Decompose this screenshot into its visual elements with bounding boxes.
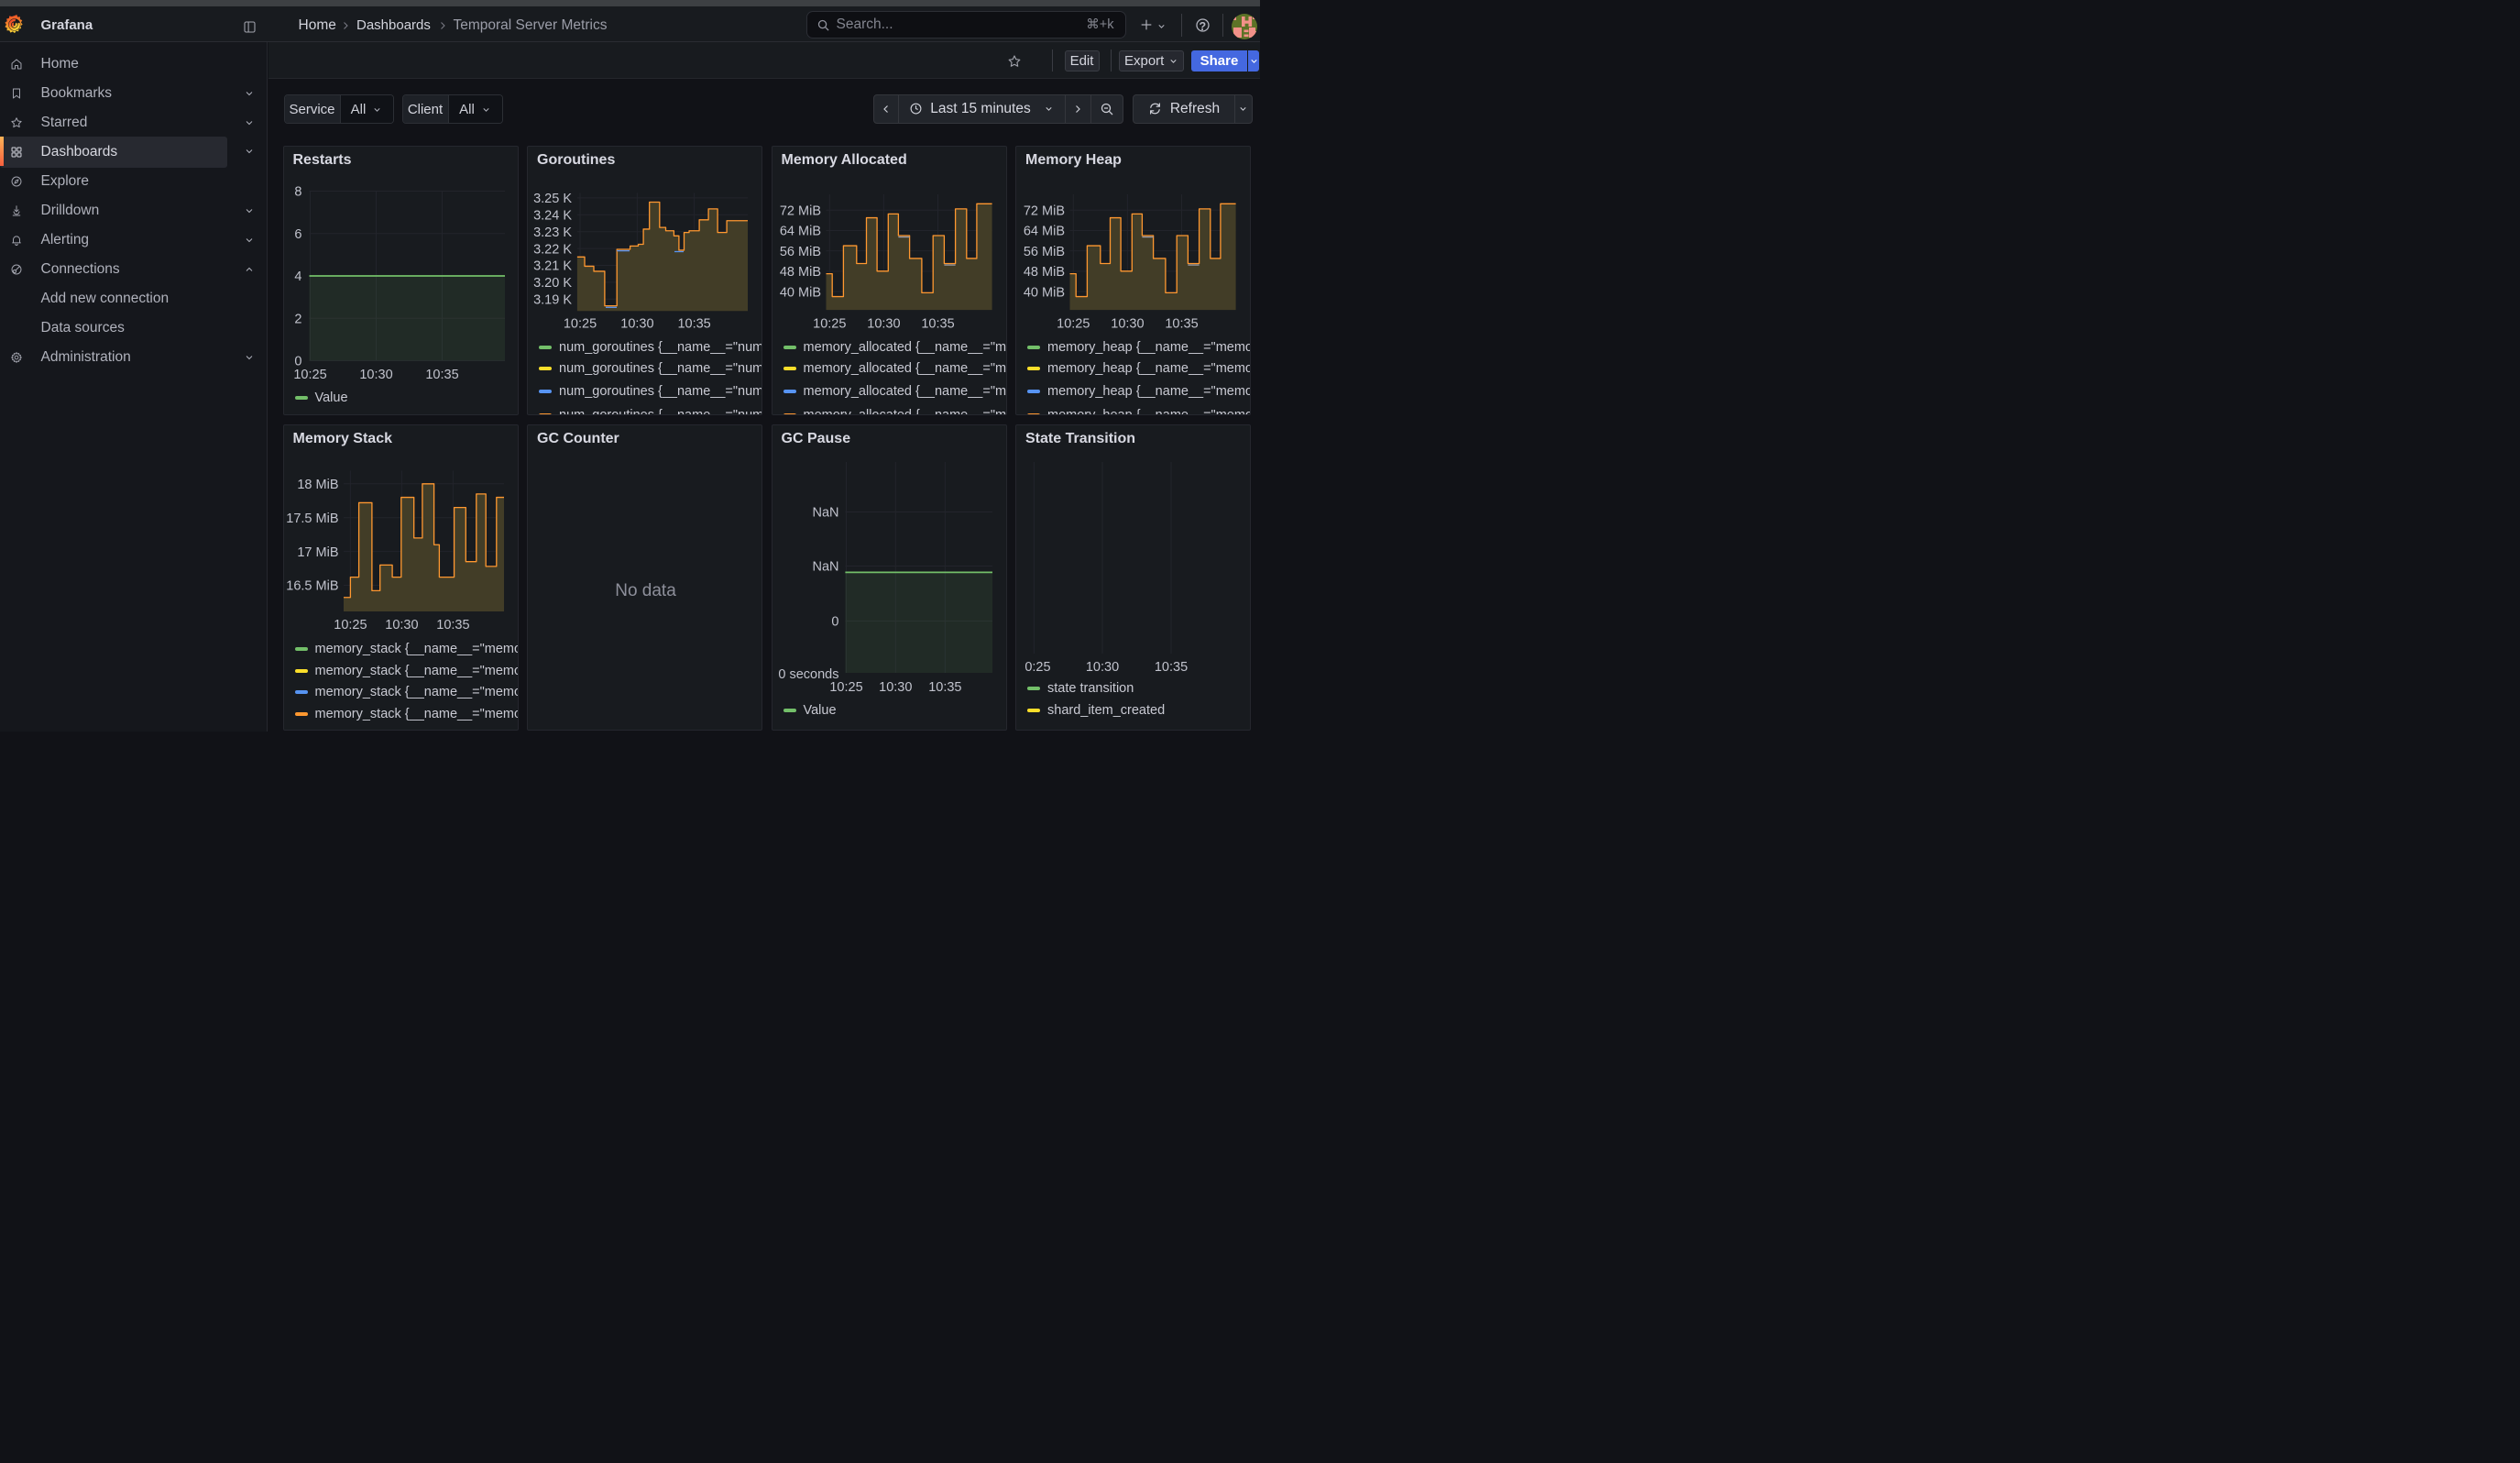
svg-text:10:35: 10:35 <box>1155 660 1188 675</box>
svg-text:3.19 K: 3.19 K <box>533 292 572 307</box>
svg-text:17.5 MiB: 17.5 MiB <box>286 511 338 525</box>
svg-text:10:35: 10:35 <box>677 316 710 331</box>
svg-text:10:35: 10:35 <box>436 618 469 632</box>
svg-text:3.21 K: 3.21 K <box>533 258 572 273</box>
svg-text:10:25: 10:25 <box>1017 660 1050 675</box>
svg-text:10:25: 10:25 <box>813 316 846 331</box>
svg-text:3.22 K: 3.22 K <box>533 242 572 257</box>
svg-text:3.23 K: 3.23 K <box>533 225 572 239</box>
svg-text:8: 8 <box>294 184 301 199</box>
svg-text:10:25: 10:25 <box>1057 316 1090 331</box>
svg-text:6: 6 <box>294 226 301 241</box>
svg-text:56 MiB: 56 MiB <box>779 244 820 258</box>
svg-text:40 MiB: 40 MiB <box>779 285 820 300</box>
svg-text:10:30: 10:30 <box>867 316 900 331</box>
svg-text:10:30: 10:30 <box>879 680 912 695</box>
svg-text:10:30: 10:30 <box>620 316 653 331</box>
svg-text:10:35: 10:35 <box>928 680 961 695</box>
svg-text:64 MiB: 64 MiB <box>779 224 820 238</box>
svg-text:10:30: 10:30 <box>359 368 392 382</box>
svg-text:56 MiB: 56 MiB <box>1024 244 1065 258</box>
svg-text:10:25: 10:25 <box>334 618 367 632</box>
svg-text:10:25: 10:25 <box>293 368 326 382</box>
svg-text:0: 0 <box>831 614 838 629</box>
svg-text:18 MiB: 18 MiB <box>297 478 338 492</box>
svg-text:16.5 MiB: 16.5 MiB <box>286 578 338 593</box>
svg-text:NaN: NaN <box>812 505 838 520</box>
svg-text:10:30: 10:30 <box>385 618 418 632</box>
svg-text:2: 2 <box>294 312 301 326</box>
svg-text:40 MiB: 40 MiB <box>1024 285 1065 300</box>
svg-text:4: 4 <box>294 270 301 284</box>
svg-text:3.20 K: 3.20 K <box>533 276 572 291</box>
svg-text:64 MiB: 64 MiB <box>1024 224 1065 238</box>
svg-text:72 MiB: 72 MiB <box>1024 204 1065 218</box>
svg-text:10:35: 10:35 <box>1165 316 1198 331</box>
svg-text:10:35: 10:35 <box>921 316 954 331</box>
svg-text:72 MiB: 72 MiB <box>779 204 820 218</box>
svg-text:10:35: 10:35 <box>425 368 458 382</box>
svg-text:3.24 K: 3.24 K <box>533 208 572 223</box>
svg-text:10:30: 10:30 <box>1086 660 1119 675</box>
svg-text:NaN: NaN <box>812 559 838 574</box>
svg-text:10:25: 10:25 <box>564 316 597 331</box>
svg-text:48 MiB: 48 MiB <box>1024 265 1065 280</box>
svg-text:48 MiB: 48 MiB <box>779 265 820 280</box>
svg-text:3.25 K: 3.25 K <box>533 192 572 206</box>
svg-text:10:30: 10:30 <box>1111 316 1144 331</box>
svg-text:17 MiB: 17 MiB <box>297 544 338 559</box>
svg-text:10:25: 10:25 <box>829 680 862 695</box>
